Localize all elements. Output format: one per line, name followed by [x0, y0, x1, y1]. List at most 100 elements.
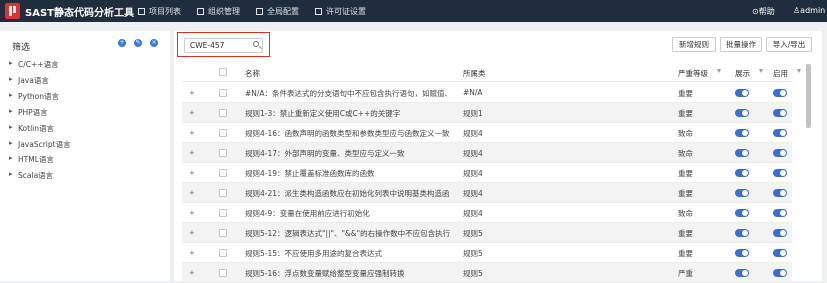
nav-project-list[interactable]: 项目列表	[138, 6, 181, 17]
table-row[interactable]: + 规则4-17：外部声明的变量、类型应与定义一致 规则4 致命	[182, 143, 792, 163]
expand-icon[interactable]: +	[189, 189, 195, 197]
enabled-toggle[interactable]	[773, 109, 787, 117]
enabled-toggle[interactable]	[773, 89, 787, 97]
col-category: 所属类	[463, 69, 486, 78]
row-checkbox[interactable]	[219, 89, 227, 97]
sidebar-item-cpp[interactable]: C/C++语言	[9, 59, 58, 70]
search-input[interactable]	[184, 38, 263, 53]
display-toggle[interactable]	[735, 229, 749, 237]
display-toggle[interactable]	[735, 129, 749, 137]
display-toggle[interactable]	[735, 209, 749, 217]
expand-icon[interactable]: +	[189, 169, 195, 177]
rule-severity: 重要	[678, 189, 693, 198]
row-checkbox[interactable]	[219, 229, 227, 237]
expand-icon[interactable]: +	[189, 89, 195, 97]
rule-name: 规则4-21：派生类构造函数应在初始化列表中说明基类构造函数	[245, 189, 450, 198]
new-rule-button[interactable]: 新增规则	[672, 37, 716, 52]
help-link[interactable]: ⊙帮助	[752, 6, 775, 17]
list-icon	[138, 8, 145, 15]
delete-icon[interactable]: ×	[150, 39, 158, 47]
row-checkbox[interactable]	[219, 209, 227, 217]
table-row[interactable]: + 规则1-3：禁止重新定义使用C或C++的关键字 规则1 重要	[182, 103, 792, 123]
table-row[interactable]: + 规则4-19：禁止覆盖标准函数库的函数 规则4 重要	[182, 163, 792, 183]
sidebar-item-php[interactable]: PHP语言	[9, 107, 48, 118]
expand-icon[interactable]: +	[189, 269, 195, 277]
row-checkbox[interactable]	[219, 129, 227, 137]
expand-icon[interactable]: +	[189, 209, 195, 217]
table-row[interactable]: + 规则5-16：浮点数变量赋给整型变量应强制转换 规则5 严重	[182, 263, 792, 283]
sidebar-item-kotlin[interactable]: Kotlin语言	[9, 123, 54, 134]
edit-icon[interactable]: ✎	[134, 39, 142, 47]
expand-icon[interactable]: +	[189, 149, 195, 157]
filter-icon[interactable]	[797, 69, 801, 73]
sidebar-item-javascript[interactable]: JavaScript语言	[9, 139, 71, 150]
display-toggle[interactable]	[735, 249, 749, 257]
nav-license-settings[interactable]: 许可证设置	[315, 6, 366, 17]
enabled-toggle[interactable]	[773, 269, 787, 277]
table-row[interactable]: + #N/A：条件表达式的分支语句中不应包含执行语句，如赋值、函... #N/A 重要	[182, 83, 792, 103]
rule-category: 规则1	[463, 109, 483, 118]
display-toggle[interactable]	[735, 149, 749, 157]
rule-severity: 严重	[678, 269, 693, 278]
rule-severity: 重要	[678, 229, 693, 238]
table-row[interactable]: + 规则4-16：函数声明的函数类型和参数类型应与函数定义一致 规则4 致命	[182, 123, 792, 143]
nav-global-config[interactable]: 全局配置	[256, 6, 299, 17]
row-checkbox[interactable]	[219, 149, 227, 157]
user-menu[interactable]: ♙admin	[793, 6, 825, 15]
enabled-toggle[interactable]	[773, 169, 787, 177]
table-row[interactable]: + 规则4-21：派生类构造函数应在初始化列表中说明基类构造函数 规则4 重要	[182, 183, 792, 203]
enabled-toggle[interactable]	[773, 149, 787, 157]
display-toggle[interactable]	[735, 189, 749, 197]
enabled-toggle[interactable]	[773, 209, 787, 217]
rule-category: #N/A	[463, 88, 483, 97]
enabled-toggle[interactable]	[773, 129, 787, 137]
rule-severity: 重要	[678, 109, 693, 118]
expand-icon[interactable]: +	[189, 249, 195, 257]
enabled-toggle[interactable]	[773, 189, 787, 197]
row-checkbox[interactable]	[219, 169, 227, 177]
display-toggle[interactable]	[735, 89, 749, 97]
rule-severity: 重要	[678, 169, 693, 178]
table-header: 名称 所属类 严重等级 展示 启用	[182, 62, 801, 82]
rule-category: 规则4	[463, 129, 483, 138]
col-enabled: 启用	[773, 69, 788, 78]
display-toggle[interactable]	[735, 269, 749, 277]
rule-severity: 致命	[678, 149, 693, 158]
sidebar-item-html[interactable]: HTML语言	[9, 154, 54, 165]
display-toggle[interactable]	[735, 169, 749, 177]
table-row[interactable]: + 规则5-15：不应使用多用途的复合表达式 规则5 重要	[182, 243, 792, 263]
expand-icon[interactable]: +	[189, 129, 195, 137]
rule-category: 规则5	[463, 249, 483, 258]
batch-operation-button[interactable]: 批量操作	[720, 37, 762, 52]
filter-icon[interactable]	[717, 69, 721, 73]
expand-icon[interactable]: +	[189, 109, 195, 117]
app-title: SAST静态代码分析工具	[25, 8, 134, 19]
filter-icon[interactable]	[759, 69, 763, 73]
import-export-button[interactable]: 导入/导出	[766, 37, 812, 52]
row-checkbox[interactable]	[219, 249, 227, 257]
license-icon	[315, 8, 322, 15]
sidebar-item-java[interactable]: Java语言	[9, 75, 49, 86]
rule-severity: 致命	[678, 209, 693, 218]
rule-severity: 重要	[678, 89, 693, 98]
select-all-checkbox[interactable]	[219, 68, 227, 76]
expand-icon[interactable]: +	[189, 229, 195, 237]
enabled-toggle[interactable]	[773, 249, 787, 257]
add-icon[interactable]: +	[118, 39, 126, 47]
nav-org-management[interactable]: 组织管理	[197, 6, 240, 17]
table-row[interactable]: + 规则5-12：逻辑表达式"||"、"&&"的右操作数中不应包含执行语... 规则…	[182, 223, 792, 243]
rule-name: 规则5-12：逻辑表达式"||"、"&&"的右操作数中不应包含执行语...	[245, 229, 450, 238]
rule-name: 规则5-15：不应使用多用途的复合表达式	[245, 249, 383, 258]
sidebar-item-scala[interactable]: Scala语言	[9, 170, 53, 181]
enabled-toggle[interactable]	[773, 229, 787, 237]
col-display: 展示	[735, 69, 750, 78]
sidebar-item-python[interactable]: Python语言	[9, 91, 59, 102]
display-toggle[interactable]	[735, 109, 749, 117]
row-checkbox[interactable]	[219, 269, 227, 277]
row-checkbox[interactable]	[219, 189, 227, 197]
scrollbar[interactable]	[806, 64, 811, 128]
table-row[interactable]: + 规则4-9：变量在使用前应进行初始化 规则4 致命	[182, 203, 792, 223]
search-icon[interactable]	[253, 41, 259, 47]
row-checkbox[interactable]	[219, 109, 227, 117]
rule-category: 规则4	[463, 149, 483, 158]
